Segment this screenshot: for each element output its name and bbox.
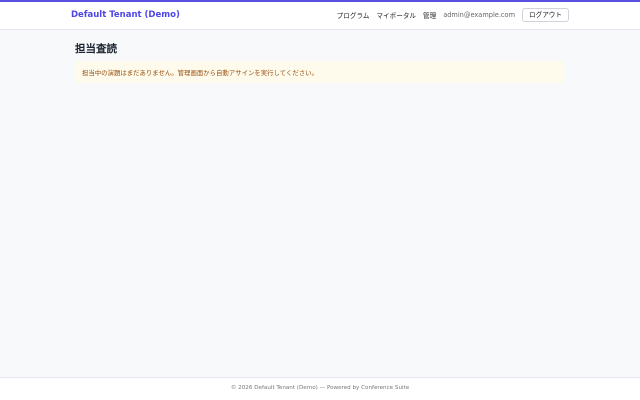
top-navbar: Default Tenant (Demo) プログラム マイポータル 管理 ad… (0, 0, 640, 30)
empty-state-notice: 担当中の演題はまだありません。管理画面から自動アサインを実行してください。 (75, 61, 564, 83)
page-title: 担当査読 (75, 43, 117, 55)
nav-link-programs[interactable]: プログラム (337, 10, 370, 20)
brand-link[interactable]: Default Tenant (Demo) (71, 10, 180, 20)
nav-link-admin[interactable]: 管理 (423, 10, 436, 20)
main-nav: プログラム マイポータル 管理 admin@example.com ログアウト (337, 8, 569, 22)
footer: © 2026 Default Tenant (Demo) — Powered b… (0, 377, 640, 400)
logout-button[interactable]: ログアウト (522, 8, 569, 22)
footer-text: © 2026 Default Tenant (Demo) — Powered b… (230, 385, 410, 391)
user-email: admin@example.com (443, 11, 516, 19)
nav-link-my-portal[interactable]: マイポータル (376, 10, 416, 20)
